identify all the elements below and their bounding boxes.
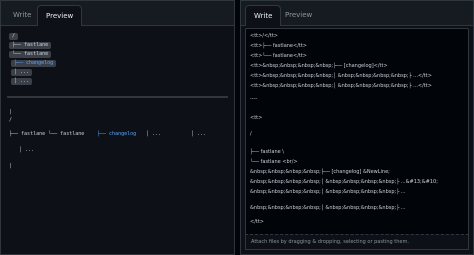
tab-preview[interactable]: Preview xyxy=(37,5,83,26)
left-tab-bar: Write Preview xyxy=(1,1,234,26)
editor-line: <tt>&nbsp;&nbsp;&nbsp;&nbsp;│ &nbsp;&nbs… xyxy=(250,83,432,89)
code-chip-changelog: ├── changelog xyxy=(11,60,57,67)
write-pane: Write Preview <tt>/</tt> <tt>├── fastlan… xyxy=(240,0,474,255)
editor-line: &nbsp;&nbsp;&nbsp;&nbsp;│ &nbsp;&nbsp;&n… xyxy=(250,205,406,211)
editor-line: &nbsp;&nbsp;&nbsp;&nbsp;│ &nbsp;&nbsp;&n… xyxy=(250,189,406,195)
editor-line: ---- xyxy=(250,96,258,102)
editor-line: <tt>&nbsp;&nbsp;&nbsp;&nbsp;├── [changel… xyxy=(250,63,388,69)
code-chip-root: / xyxy=(9,33,19,40)
tab-preview[interactable]: Preview xyxy=(277,5,320,26)
editor-line: &nbsp;&nbsp;&nbsp;&nbsp;├── [changelog] … xyxy=(250,169,390,175)
preview-line-ellipsis: │ ... xyxy=(19,147,35,153)
editor-line: <tt>&nbsp;&nbsp;&nbsp;&nbsp;│ &nbsp;&nbs… xyxy=(250,73,432,79)
editor-line: </tt> xyxy=(250,219,264,225)
editor-line: &nbsp;&nbsp;&nbsp;&nbsp;│ &nbsp;&nbsp;&n… xyxy=(250,179,438,185)
attach-files-bar[interactable]: Attach files by dragging & dropping, sel… xyxy=(245,234,469,250)
editor-line: <tt>├── fastlane</tt> xyxy=(250,43,307,49)
code-chip-fastlane-a: ├── fastlane xyxy=(9,42,52,49)
editor-line: <tt>└── fastlane</tt> xyxy=(250,53,307,59)
preview-line-pipe: | xyxy=(9,109,13,115)
markdown-editor[interactable]: <tt>/</tt> <tt>├── fastlane</tt> <tt>└──… xyxy=(245,28,469,236)
editor-line: ├── fastlane \ xyxy=(250,149,284,155)
editor-line: └── fastlane <br/> xyxy=(250,159,298,165)
horizontal-rule xyxy=(7,96,228,98)
preview-tree-fastlane: ├── fastlane └── fastlane xyxy=(9,131,85,137)
tab-write[interactable]: Write xyxy=(245,5,282,26)
code-chip-fastlane-b: └── fastlane xyxy=(9,51,52,58)
code-chip-ellipsis-a: │ ... xyxy=(11,69,33,76)
preview-line-slash: / xyxy=(9,117,13,123)
editor-line: / xyxy=(250,131,252,137)
editor-line: <tt>/</tt> xyxy=(250,33,278,39)
preview-line-pipe-end: | xyxy=(9,163,13,169)
preview-tree-changelog: ├── changelog xyxy=(97,131,137,137)
code-chip-ellipsis-b: │ ... xyxy=(11,78,33,85)
preview-tree-ellipsis-b: │ ... xyxy=(191,131,207,137)
tab-write[interactable]: Write xyxy=(5,5,39,26)
preview-tree-ellipsis-a: │ ... xyxy=(146,131,162,137)
preview-pane: Write Preview / ├── fastlane └── fastlan… xyxy=(0,0,235,255)
right-tab-bar: Write Preview xyxy=(241,1,473,26)
editor-line: <tt> xyxy=(250,115,263,121)
